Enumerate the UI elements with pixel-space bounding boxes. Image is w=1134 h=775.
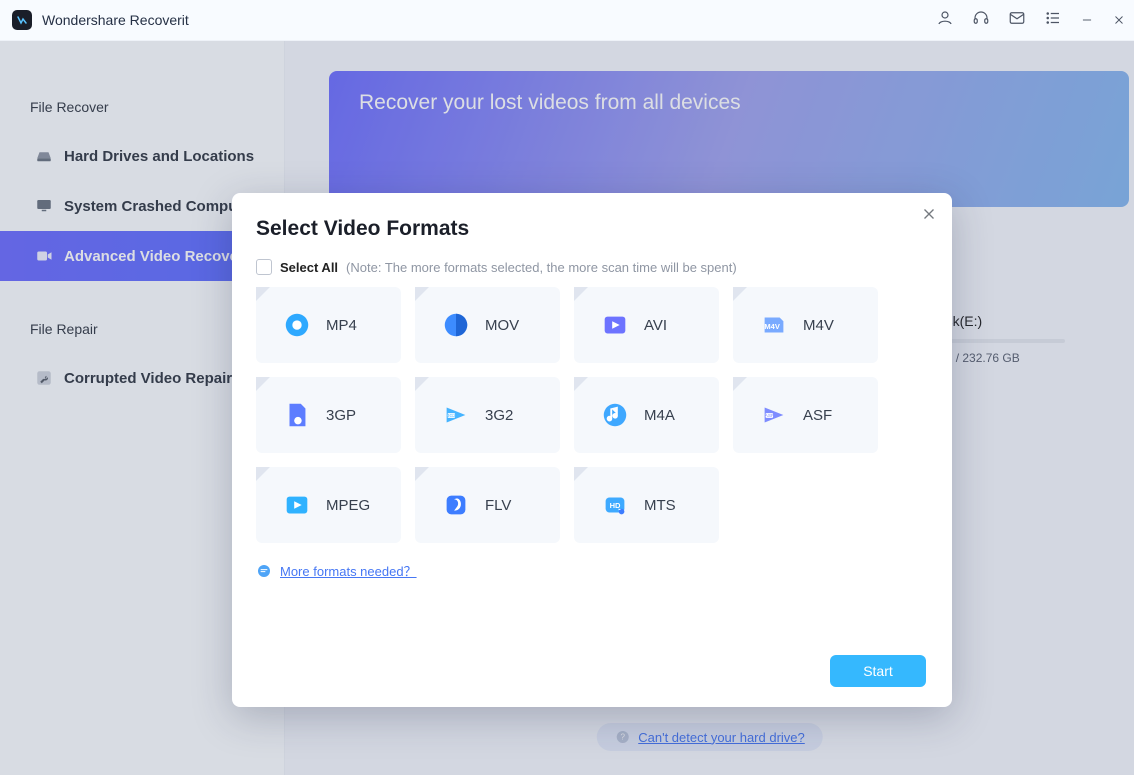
format-card-3g2[interactable]: 3G2 3G2 bbox=[415, 377, 560, 453]
svg-text:ASF: ASF bbox=[765, 413, 774, 418]
svg-text:3G2: 3G2 bbox=[447, 413, 456, 418]
format-card-mp4[interactable]: MP4 bbox=[256, 287, 401, 363]
format-grid: MP4 MOV AVI M4V M4V 3GP 3G2 3G2 M4A ASF ASF MPEG FLV… bbox=[256, 287, 928, 543]
select-all-note: (Note: The more formats selected, the mo… bbox=[346, 260, 737, 275]
format-card-mov[interactable]: MOV bbox=[415, 287, 560, 363]
close-icon[interactable] bbox=[1112, 13, 1126, 27]
headset-icon[interactable] bbox=[972, 9, 990, 32]
select-formats-modal: Select Video Formats Select All (Note: T… bbox=[232, 193, 952, 707]
format-label: 3GP bbox=[326, 407, 356, 424]
3gp-icon bbox=[282, 400, 312, 430]
format-label: FLV bbox=[485, 497, 511, 514]
m4a-icon bbox=[600, 400, 630, 430]
format-label: MOV bbox=[485, 317, 519, 334]
close-icon[interactable] bbox=[920, 205, 938, 228]
3g2-icon: 3G2 bbox=[441, 400, 471, 430]
format-label: M4V bbox=[803, 317, 834, 334]
format-label: M4A bbox=[644, 407, 675, 424]
select-all-label: Select All bbox=[280, 260, 338, 275]
flv-icon bbox=[441, 490, 471, 520]
format-label: ASF bbox=[803, 407, 832, 424]
body: File Recover Hard Drives and Locations S… bbox=[0, 41, 1134, 775]
format-card-avi[interactable]: AVI bbox=[574, 287, 719, 363]
format-card-mpeg[interactable]: MPEG bbox=[256, 467, 401, 543]
format-label: MP4 bbox=[326, 317, 357, 334]
app-title: Wondershare Recoverit bbox=[42, 12, 189, 28]
user-icon[interactable] bbox=[936, 9, 954, 32]
list-icon[interactable] bbox=[1044, 9, 1062, 32]
mov-icon bbox=[441, 310, 471, 340]
titlebar: Wondershare Recoverit bbox=[0, 0, 1134, 41]
format-card-m4v[interactable]: M4V M4V bbox=[733, 287, 878, 363]
svg-text:HD: HD bbox=[610, 501, 621, 510]
mts-icon: HD bbox=[600, 490, 630, 520]
app-window: Wondershare Recoverit File Recover Hard … bbox=[0, 0, 1134, 775]
more-formats-row[interactable]: More formats needed？ bbox=[256, 561, 928, 580]
format-label: 3G2 bbox=[485, 407, 513, 424]
mp4-icon bbox=[282, 310, 312, 340]
modal-title: Select Video Formats bbox=[256, 217, 928, 241]
format-label: MPEG bbox=[326, 497, 370, 514]
minimize-icon[interactable] bbox=[1080, 13, 1094, 27]
select-all-checkbox[interactable] bbox=[256, 259, 272, 275]
format-card-m4a[interactable]: M4A bbox=[574, 377, 719, 453]
format-label: AVI bbox=[644, 317, 667, 334]
format-card-mts[interactable]: HD MTS bbox=[574, 467, 719, 543]
format-card-flv[interactable]: FLV bbox=[415, 467, 560, 543]
select-all-row[interactable]: Select All (Note: The more formats selec… bbox=[256, 259, 928, 275]
mail-icon[interactable] bbox=[1008, 9, 1026, 32]
titlebar-icons bbox=[936, 9, 1126, 32]
comment-icon bbox=[256, 563, 272, 579]
avi-icon bbox=[600, 310, 630, 340]
m4v-icon: M4V bbox=[759, 310, 789, 340]
start-button[interactable]: Start bbox=[830, 655, 926, 687]
app-logo bbox=[12, 10, 32, 30]
svg-text:M4V: M4V bbox=[764, 322, 779, 331]
mpeg-icon bbox=[282, 490, 312, 520]
asf-icon: ASF bbox=[759, 400, 789, 430]
format-card-asf[interactable]: ASF ASF bbox=[733, 377, 878, 453]
format-card-3gp[interactable]: 3GP bbox=[256, 377, 401, 453]
more-formats-link[interactable]: More formats needed？ bbox=[280, 561, 417, 580]
format-label: MTS bbox=[644, 497, 676, 514]
